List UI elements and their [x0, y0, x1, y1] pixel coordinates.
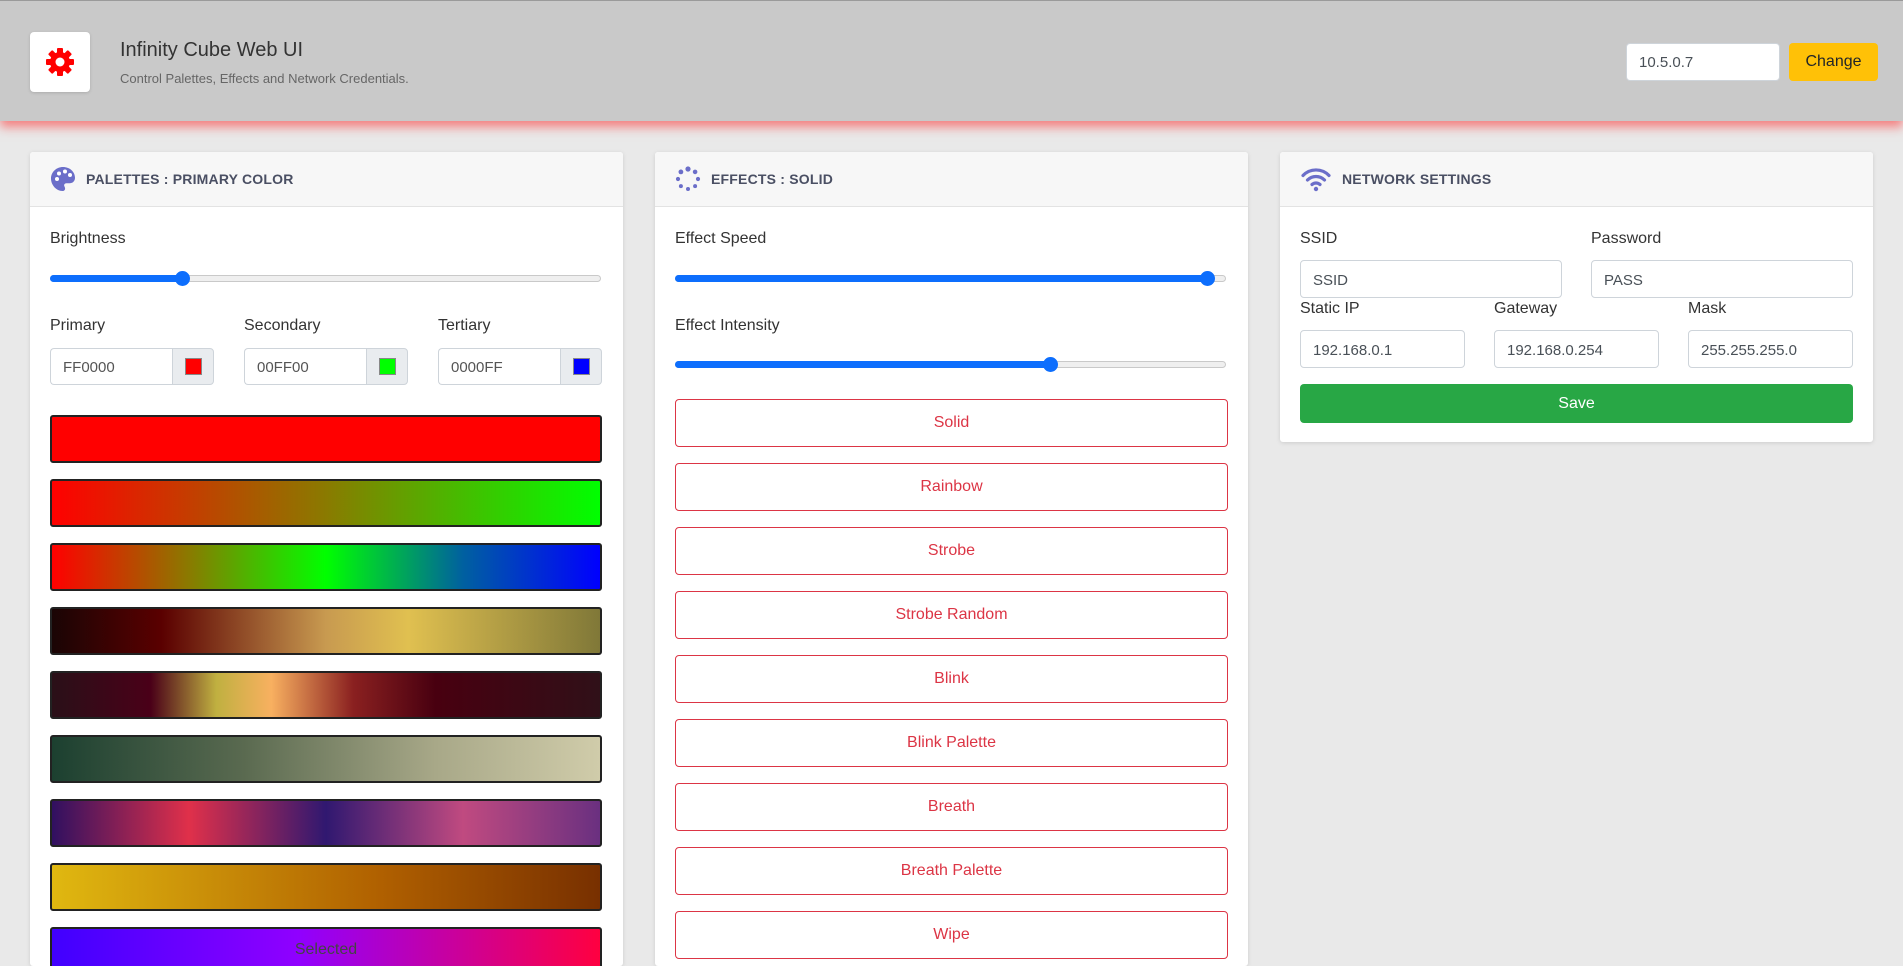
save-network-button[interactable]: Save: [1300, 384, 1853, 423]
secondary-swatch: [378, 358, 396, 375]
tertiary-swatch: [572, 358, 590, 375]
primary-swatch: [184, 358, 202, 375]
gateway-input[interactable]: 192.168.0.254: [1494, 330, 1659, 368]
slider-fill: [675, 361, 1050, 368]
palette-option[interactable]: [50, 543, 602, 591]
secondary-hex-input[interactable]: 00FF00: [244, 348, 367, 385]
primary-color-picker[interactable]: [172, 348, 214, 385]
slider-fill: [675, 275, 1207, 282]
palette-option[interactable]: [50, 607, 602, 655]
palette-option[interactable]: [50, 863, 602, 911]
effect-button-solid[interactable]: Solid: [675, 399, 1228, 447]
effect-speed-slider[interactable]: [675, 269, 1226, 289]
gear-icon: [46, 48, 74, 76]
effect-button-strobe[interactable]: Strobe: [675, 527, 1228, 575]
tertiary-color-group: 0000FF: [438, 348, 602, 385]
palette-option-selected[interactable]: Selected: [50, 927, 602, 966]
effect-button-rainbow[interactable]: Rainbow: [675, 463, 1228, 511]
primary-hex-input[interactable]: FF0000: [50, 348, 173, 385]
palette-option[interactable]: [50, 479, 602, 527]
gateway-label: Gateway: [1494, 300, 1558, 317]
password-input[interactable]: PASS: [1591, 260, 1853, 298]
secondary-color-picker[interactable]: [366, 348, 408, 385]
palette-option[interactable]: [50, 415, 602, 463]
tertiary-label: Tertiary: [438, 317, 491, 334]
palettes-card-title: PALETTES : PRIMARY COLOR: [86, 171, 294, 187]
effects-card: EFFECTS : SOLID Effect Speed Effect Inte…: [655, 152, 1248, 966]
slider-thumb[interactable]: [175, 271, 191, 286]
password-label: Password: [1591, 230, 1662, 247]
effects-card-header: EFFECTS : SOLID: [655, 152, 1248, 207]
palettes-card-header: PALETTES : PRIMARY COLOR: [30, 152, 623, 207]
palette-option[interactable]: [50, 735, 602, 783]
mask-input[interactable]: 255.255.255.0: [1688, 330, 1853, 368]
change-ip-button[interactable]: Change: [1789, 43, 1878, 81]
effect-button-breath-palette[interactable]: Breath Palette: [675, 847, 1228, 895]
brightness-slider[interactable]: [50, 269, 601, 289]
secondary-label: Secondary: [244, 317, 321, 334]
network-card-header: NETWORK SETTINGS: [1280, 152, 1873, 207]
wifi-icon: [1301, 168, 1331, 192]
network-card: NETWORK SETTINGS SSID Password SSID PASS…: [1280, 152, 1873, 442]
palettes-card: PALETTES : PRIMARY COLOR Brightness Prim…: [30, 152, 623, 966]
palette-option[interactable]: [50, 799, 602, 847]
effect-intensity-label: Effect Intensity: [675, 317, 780, 334]
network-card-title: NETWORK SETTINGS: [1342, 171, 1492, 187]
spinner-icon: [675, 166, 701, 191]
mask-label: Mask: [1688, 300, 1727, 317]
app-subtitle: Control Palettes, Effects and Network Cr…: [120, 71, 409, 86]
ssid-input[interactable]: SSID: [1300, 260, 1562, 298]
effects-card-title: EFFECTS : SOLID: [711, 171, 833, 187]
effect-speed-label: Effect Speed: [675, 230, 767, 247]
effect-button-blink[interactable]: Blink: [675, 655, 1228, 703]
secondary-color-group: 00FF00: [244, 348, 408, 385]
tertiary-color-picker[interactable]: [560, 348, 602, 385]
device-ip-input[interactable]: [1626, 43, 1780, 81]
selected-label: Selected: [294, 941, 358, 958]
effect-intensity-slider[interactable]: [675, 355, 1226, 375]
effect-button-breath[interactable]: Breath: [675, 783, 1228, 831]
effect-button-wipe[interactable]: Wipe: [675, 911, 1228, 959]
slider-fill: [50, 275, 183, 282]
app-title: Infinity Cube Web UI: [120, 39, 304, 61]
palette-icon: [51, 167, 75, 191]
ssid-label: SSID: [1300, 230, 1338, 247]
static-ip-label: Static IP: [1300, 300, 1360, 317]
effect-button-blink-palette[interactable]: Blink Palette: [675, 719, 1228, 767]
brightness-label: Brightness: [50, 230, 126, 247]
primary-label: Primary: [50, 317, 106, 334]
static-ip-input[interactable]: 192.168.0.1: [1300, 330, 1465, 368]
primary-color-group: FF0000: [50, 348, 214, 385]
effect-button-strobe-random[interactable]: Strobe Random: [675, 591, 1228, 639]
slider-thumb[interactable]: [1042, 357, 1058, 372]
app-header: Infinity Cube Web UI Control Palettes, E…: [0, 0, 1903, 121]
tertiary-hex-input[interactable]: 0000FF: [438, 348, 561, 385]
logo: [30, 32, 90, 92]
slider-thumb[interactable]: [1199, 271, 1215, 286]
palette-option[interactable]: [50, 671, 602, 719]
